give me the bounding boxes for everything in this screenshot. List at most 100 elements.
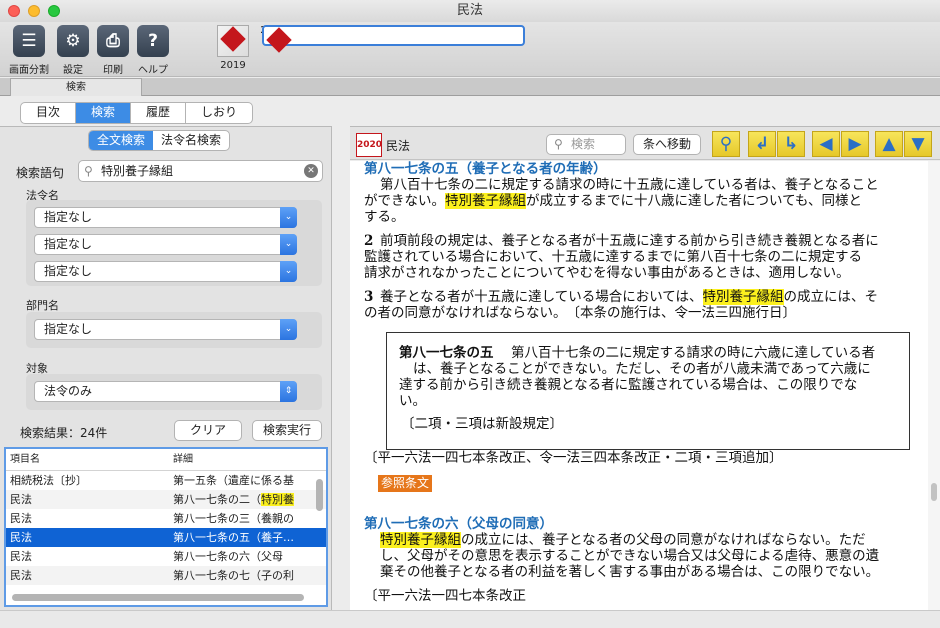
article-text: 前項前段の規定は、養子となる者が十五歳に達する前から引き続き養親となる者に [380, 233, 879, 249]
column-detail[interactable]: 詳細 [169, 449, 309, 470]
status-bar [0, 610, 940, 628]
target-group: 法令のみ ⇕ [26, 374, 322, 410]
law-group: 指定なし ⌄ 指定なし ⌄ 指定なし ⌄ [26, 200, 322, 286]
settings-button[interactable]: ⚙ 設定 [56, 25, 90, 76]
article-title: 第八一七条の六（父母の同意） [364, 516, 553, 532]
reference-articles-button[interactable]: 参照条文 [378, 475, 433, 492]
box-title: 第八一七条の五 [399, 345, 494, 361]
dept-label: 部門名 [26, 299, 59, 312]
nav-segment: 目次 検索 履歴 しおり [20, 102, 254, 124]
results-table: 項目名 詳細 相続税法〔抄〕 第一五条（遺産に係る基 民法 第八一七条の二（特別… [4, 447, 328, 607]
chevron-down-icon: ⌄ [280, 234, 297, 255]
document-toolbar: 2020 民法 ⚲ 検索 条へ移動 ⚲ ↲ ↳ ◀ ▶ ▲ ▼ [350, 126, 940, 160]
fulltext-search-tab[interactable]: 全文検索 [89, 131, 154, 150]
article-text: 棄その他養子となる者の利益を著しく害する事由がある場合は、この限りでない。 [380, 564, 880, 580]
table-row[interactable]: 民法 第八一七条の六（父母 [6, 547, 326, 566]
query-input[interactable]: ⚲ 特別養子縁組 ✕ [78, 160, 323, 182]
chevron-down-icon: ⌄ [280, 261, 297, 282]
dept-select[interactable]: 指定なし ⌄ [34, 319, 297, 340]
result-count: 検索結果：24件 [20, 426, 108, 440]
amendment-note: 〔平一六法一四七本条改正 [364, 588, 526, 604]
goto-article-button[interactable]: 条へ移動 [633, 134, 701, 155]
clear-query-icon[interactable]: ✕ [304, 164, 318, 178]
box-text: 第八百十七条の二に規定する請求の時に六歳に達している者 [511, 345, 876, 361]
table-row-selected[interactable]: 民法 第八一七条の五（養子… [6, 528, 326, 547]
prev-icon[interactable]: ◀ [812, 131, 840, 157]
results-hscrollbar[interactable] [12, 594, 304, 601]
tab-search[interactable]: 検索 [10, 78, 142, 96]
next-icon[interactable]: ▶ [841, 131, 869, 157]
table-row[interactable]: 民法 第八一七条の二（特別養 [6, 490, 326, 509]
scroll-thumb[interactable] [931, 483, 937, 501]
law-select-1[interactable]: 指定なし ⌄ [34, 207, 297, 228]
query-label: 検索語句 [16, 166, 65, 180]
article-text: 特別養子縁組の成立には、養子となる者の父母の同意がなければならない。ただ [380, 532, 866, 548]
target-select[interactable]: 法令のみ ⇕ [34, 381, 297, 402]
gear-icon: ⚙ [57, 25, 89, 57]
article-text: ができない。特別養子縁組が成立するまでに十八歳に達した者についても、同様と [364, 193, 863, 209]
book-2020-button[interactable]: 2020 [254, 25, 525, 53]
help-icon: ? [137, 25, 169, 57]
search-highlight: 特別養子縁組 [380, 532, 461, 548]
minimize-window-button[interactable] [28, 5, 40, 17]
document-view: 第八一七条の五（養子となる者の年齢） 第八百十七条の二に規定する請求の時に十五歳… [350, 161, 928, 611]
updown-arrows-icon: ⇕ [280, 381, 297, 402]
table-row[interactable]: 民法 第八一七条の三（養親の [6, 509, 326, 528]
nav-tab-bookmarks[interactable]: しおり [186, 103, 252, 123]
results-vscrollbar[interactable] [316, 479, 323, 511]
table-row[interactable]: 相続税法〔抄〕 第一五条（遺産に係る基 [6, 471, 326, 490]
article-text: の者の同意がなければならない。 〔本条の施行は、令一法三四施行日〕 [364, 305, 796, 321]
column-name[interactable]: 項目名 [6, 449, 169, 470]
clear-button[interactable]: クリア [174, 420, 242, 441]
search-icon: ⚲ [554, 137, 563, 151]
return-left-icon[interactable]: ↲ [748, 131, 776, 157]
box-text: 達する前から引き続き養親となる者に監護されている場合は、この限りでな [399, 377, 858, 393]
search-panel: 全文検索 法令名検索 検索語句 ⚲ 特別養子縁組 ✕ 法令名 指定なし ⌄ 指定な… [0, 126, 332, 610]
law-name: 民法 [386, 139, 411, 153]
help-button[interactable]: ? ヘルプ [134, 25, 172, 76]
chevron-down-icon: ⌄ [280, 207, 297, 228]
lawname-search-tab[interactable]: 法令名検索 [153, 131, 229, 150]
search-highlight: 特別養子縁組 [445, 193, 526, 209]
article-text: する。 [364, 209, 405, 225]
search-icon[interactable]: ⚲ [712, 131, 740, 157]
paragraph-number: 2 [364, 233, 374, 249]
query-value: 特別養子縁組 [101, 164, 174, 178]
nav-tab-history[interactable]: 履歴 [131, 103, 187, 123]
printer-icon: ⎙ [97, 25, 129, 57]
zoom-window-button[interactable] [48, 5, 60, 17]
table-row[interactable]: 民法 第八一七条の七（子の利 [6, 566, 326, 585]
window-titlebar: 民法 [0, 0, 940, 22]
law-select-3[interactable]: 指定なし ⌄ [34, 261, 297, 282]
nav-tab-toc[interactable]: 目次 [21, 103, 77, 123]
book-2020-icon [262, 25, 525, 53]
article-text: 監護されている場合において、十五歳に達するまでに第八百十七条の二に規定する [364, 249, 863, 265]
print-button[interactable]: ⎙ 印刷 [96, 25, 130, 76]
split-view-button[interactable]: ☰ 画面分割 [8, 25, 50, 76]
box-text: は、養子となることができない。ただし、その者が八歳未満であって六歳に [413, 361, 871, 377]
search-highlight: 特別養子縁組 [702, 289, 784, 305]
execute-search-button[interactable]: 検索実行 [252, 420, 322, 441]
chevron-down-icon: ⌄ [280, 319, 297, 340]
down-icon[interactable]: ▼ [904, 131, 932, 157]
search-mode-segment: 全文検索 法令名検索 [88, 130, 231, 151]
box-note: 〔二項・三項は新設規定〕 [401, 416, 563, 432]
document-scrollbar[interactable] [928, 161, 940, 611]
results-header: 項目名 詳細 [6, 449, 326, 471]
book-2019-button[interactable]: 2019 [214, 25, 252, 71]
close-window-button[interactable] [8, 5, 20, 17]
dept-group: 指定なし ⌄ [26, 312, 322, 348]
nav-tab-search[interactable]: 検索 [76, 103, 132, 123]
book-2019-icon [217, 25, 249, 57]
article-text: 養子となる者が十五歳に達している場合においては、特別養子縁組の成立には、そ [380, 289, 879, 305]
doc-search-input[interactable]: ⚲ 検索 [546, 134, 626, 155]
article-text: 第八百十七条の二に規定する請求の時に十五歳に達している者は、養子となること [380, 177, 879, 193]
up-icon[interactable]: ▲ [875, 131, 903, 157]
article-text: し、父母がその意思を表示することができない場合又は父母による虐待、悪意の遺 [380, 548, 880, 564]
article-text: 請求がされなかったことについてやむを得ない事由があるときは、適用しない。 [364, 265, 850, 281]
return-right-icon[interactable]: ↳ [777, 131, 805, 157]
law-select-2[interactable]: 指定なし ⌄ [34, 234, 297, 255]
box-text: い。 [399, 393, 426, 409]
edition-badge: 2020 [356, 133, 382, 157]
amendment-note: 〔平一六法一四七本条改正、令一法三四本条改正・二項・三項追加〕 [364, 450, 783, 466]
